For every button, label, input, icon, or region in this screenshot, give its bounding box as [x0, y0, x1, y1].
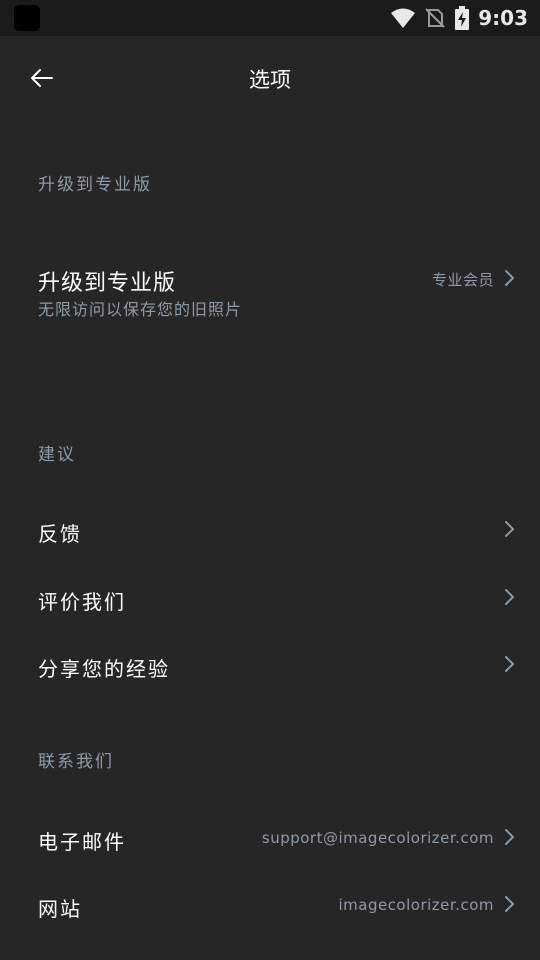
chevron-right-icon — [505, 896, 514, 912]
upgrade-pro-title: 升级到专业版 — [38, 271, 177, 296]
chevron-right-icon — [505, 656, 514, 672]
email-row[interactable]: 电子邮件 support@imagecolorizer.com — [0, 814, 540, 862]
chevron-right-icon — [505, 589, 514, 605]
upgrade-pro-row[interactable]: 升级到专业版 无限访问以保存您的旧照片 专业会员 — [0, 256, 540, 326]
upgrade-pro-subtitle: 无限访问以保存您的旧照片 — [38, 300, 243, 319]
feedback-title: 反馈 — [38, 522, 82, 546]
email-value: support@imagecolorizer.com — [261, 829, 494, 847]
chevron-right-icon — [505, 521, 514, 537]
upgrade-pro-value: 专业会员 — [431, 271, 494, 289]
section-header-upgrade: 升级到专业版 — [38, 175, 152, 195]
share-experience-row[interactable]: 分享您的经验 — [0, 641, 540, 689]
rate-us-title: 评价我们 — [38, 590, 126, 614]
wifi-icon — [391, 8, 416, 28]
feedback-row[interactable]: 反馈 — [0, 506, 540, 554]
app-icon — [14, 5, 40, 31]
website-row[interactable]: 网站 imagecolorizer.com — [0, 881, 540, 929]
battery-charging-icon — [455, 6, 470, 30]
section-header-suggestions: 建议 — [38, 445, 76, 465]
email-title: 电子邮件 — [38, 830, 126, 854]
share-experience-title: 分享您的经验 — [38, 657, 170, 681]
status-icons: 9:03 — [390, 4, 528, 32]
website-value: imagecolorizer.com — [338, 896, 494, 914]
status-bar: 9:03 — [0, 0, 540, 36]
status-time: 9:03 — [478, 6, 528, 30]
chevron-right-icon — [505, 829, 514, 845]
app-bar: 选项 — [0, 36, 540, 120]
website-title: 网站 — [38, 897, 82, 921]
chevron-right-icon — [505, 270, 514, 286]
section-header-contact: 联系我们 — [38, 752, 114, 772]
page-title: 选项 — [249, 68, 291, 92]
rate-us-row[interactable]: 评价我们 — [0, 574, 540, 622]
no-sim-icon — [425, 8, 445, 28]
